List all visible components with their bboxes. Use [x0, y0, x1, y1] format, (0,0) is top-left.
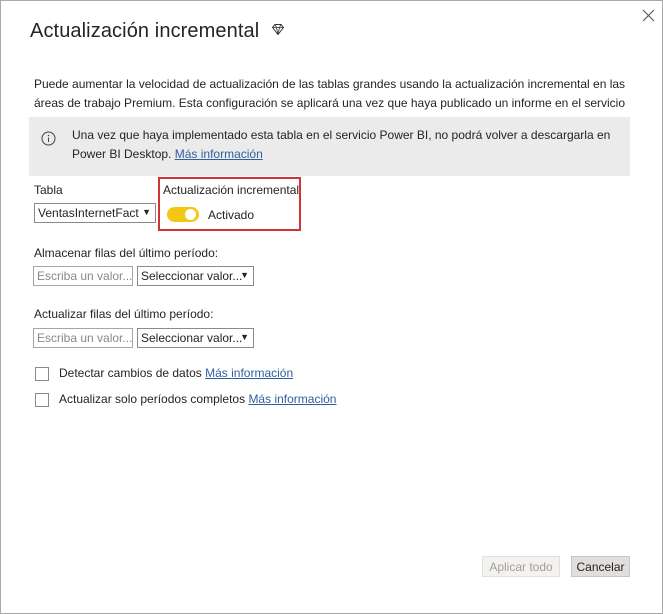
- dialog-title: Actualización incremental: [30, 20, 260, 42]
- toggle-knob: [185, 209, 196, 220]
- info-text: Una vez que haya implementado esta tabla…: [72, 126, 622, 164]
- table-select[interactable]: VentasInternetFact ▼: [34, 203, 156, 223]
- toggle-state-label: Activado: [208, 208, 255, 222]
- cancel-button[interactable]: Cancelar: [571, 556, 630, 577]
- info-learn-more-link[interactable]: Más información: [175, 147, 263, 161]
- chevron-down-icon: ▼: [240, 270, 249, 280]
- chevron-down-icon: ▼: [240, 332, 249, 342]
- complete-periods-label: Actualizar solo períodos completos: [59, 392, 246, 406]
- table-select-value: VentasInternetFact: [38, 206, 139, 220]
- detect-changes-label: Detectar cambios de datos: [59, 366, 202, 380]
- detect-changes-checkbox[interactable]: [35, 367, 49, 381]
- store-value-input[interactable]: Escriba un valor...: [33, 266, 133, 286]
- store-rows-label: Almacenar filas del último período:: [34, 246, 219, 260]
- incremental-refresh-label: Actualización incremental: [163, 183, 300, 197]
- info-message: Una vez que haya implementado esta tabla…: [72, 128, 611, 161]
- detect-changes-learn-more-link[interactable]: Más información: [205, 366, 293, 380]
- chevron-down-icon: ▼: [142, 207, 151, 217]
- store-period-value: Seleccionar valor...: [141, 269, 243, 283]
- store-period-select[interactable]: Seleccionar valor... ▼: [137, 266, 254, 286]
- refresh-rows-label: Actualizar filas del último período:: [34, 307, 214, 321]
- info-banner: Una vez que haya implementado esta tabla…: [29, 117, 630, 176]
- title-row: Actualización incremental: [30, 20, 285, 43]
- apply-all-button[interactable]: Aplicar todo: [482, 556, 560, 577]
- refresh-period-select[interactable]: Seleccionar valor... ▼: [137, 328, 254, 348]
- complete-periods-row: Actualizar solo períodos completos Más i…: [59, 392, 336, 406]
- complete-periods-learn-more-link[interactable]: Más información: [248, 392, 336, 406]
- info-icon: [41, 131, 56, 151]
- detect-changes-row: Detectar cambios de datos Más informació…: [59, 366, 293, 380]
- refresh-value-input[interactable]: Escriba un valor...: [33, 328, 133, 348]
- premium-diamond-icon: [272, 24, 285, 35]
- incremental-refresh-toggle[interactable]: [167, 207, 199, 222]
- incremental-refresh-dialog: Actualización incremental Puede aumentar…: [0, 0, 663, 614]
- table-label: Tabla: [34, 183, 63, 197]
- complete-periods-checkbox[interactable]: [35, 393, 49, 407]
- refresh-period-value: Seleccionar valor...: [141, 331, 243, 345]
- close-icon[interactable]: [639, 6, 657, 24]
